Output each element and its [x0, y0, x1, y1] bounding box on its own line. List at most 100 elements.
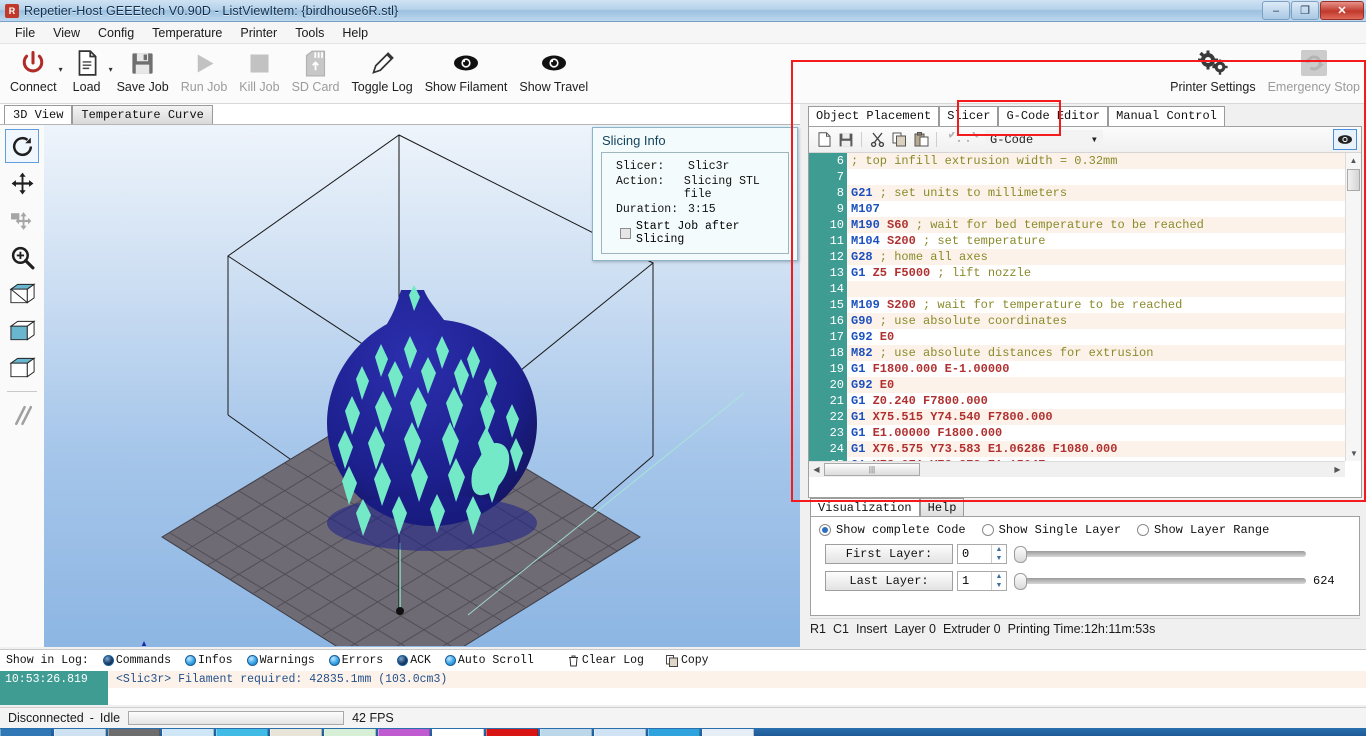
menu-view[interactable]: View: [44, 24, 89, 42]
menu-help[interactable]: Help: [333, 24, 377, 42]
log-option-ack[interactable]: ACK: [397, 654, 431, 667]
taskbar-item[interactable]: [378, 728, 430, 736]
move-object-tool[interactable]: [5, 203, 39, 237]
menu-file[interactable]: File: [6, 24, 44, 42]
preview-eye-button[interactable]: [1333, 129, 1357, 150]
view-mode-transparent-tool[interactable]: [5, 351, 39, 385]
cut-icon[interactable]: [866, 130, 888, 150]
new-file-icon[interactable]: [813, 130, 835, 150]
view-mode-wireframe-tool[interactable]: [5, 277, 39, 311]
taskbar-item[interactable]: [648, 728, 700, 736]
view-mode-solid-tool[interactable]: [5, 314, 39, 348]
tab-slicer[interactable]: Slicer: [939, 106, 999, 126]
log-option-warnings[interactable]: Warnings: [246, 654, 315, 667]
toolbar-sd-card[interactable]: SD Card: [286, 44, 346, 94]
gcode-line[interactable]: 13 G1 Z5 F5000 ; lift nozzle: [809, 265, 1345, 281]
spinner-arrows[interactable]: ▲ ▼: [991, 545, 1006, 563]
copy-icon[interactable]: [888, 130, 910, 150]
scroll-down-arrow[interactable]: ▼: [1346, 446, 1361, 461]
log-option-infos[interactable]: Infos: [185, 654, 233, 667]
restore-button[interactable]: ❐: [1291, 1, 1319, 20]
toolbar-load[interactable]: Load: [61, 44, 113, 94]
tab-temperature-curve[interactable]: Temperature Curve: [72, 105, 213, 124]
gcode-line[interactable]: 19 G1 F1800.000 E-1.00000: [809, 361, 1345, 377]
toolbar-show-filament[interactable]: Show Filament: [419, 44, 514, 94]
radio-show-complete-code[interactable]: Show complete Code: [819, 523, 966, 537]
taskbar-item[interactable]: [432, 728, 484, 736]
gcode-line[interactable]: 7: [809, 169, 1345, 185]
gcode-vertical-scrollbar[interactable]: ▲ ▼: [1345, 153, 1361, 461]
copy-log-button[interactable]: Copy: [665, 654, 709, 667]
gcode-line[interactable]: 8 G21 ; set units to millimeters: [809, 185, 1345, 201]
taskbar-item[interactable]: [324, 728, 376, 736]
clear-log-button[interactable]: Clear Log: [568, 654, 644, 667]
first-layer-slider[interactable]: [1014, 545, 1306, 563]
minimize-button[interactable]: –: [1262, 1, 1290, 20]
gcode-line[interactable]: 18 M82 ; use absolute distances for extru…: [809, 345, 1345, 361]
gcode-text-area[interactable]: 6 ; top infill extrusion width = 0.32mm 7 8…: [809, 153, 1361, 477]
gcode-line[interactable]: 17 G92 E0: [809, 329, 1345, 345]
gcode-line[interactable]: 15 M109 S200 ; wait for temperature to be…: [809, 297, 1345, 313]
last-layer-spinner[interactable]: 1 ▲ ▼: [957, 571, 1007, 591]
taskbar-item[interactable]: [270, 728, 322, 736]
log-output[interactable]: 10:53:26.819 <Slic3r> Filament required:…: [0, 671, 1366, 705]
gcode-line[interactable]: 20 G92 E0: [809, 377, 1345, 393]
scroll-right-arrow[interactable]: ▶: [1330, 465, 1345, 474]
taskbar-item[interactable]: [108, 728, 160, 736]
taskbar-item[interactable]: [540, 728, 592, 736]
toolbar-show-travel[interactable]: Show Travel: [513, 44, 594, 94]
paste-icon[interactable]: [910, 130, 932, 150]
zoom-view-tool[interactable]: [5, 240, 39, 274]
gcode-type-combo[interactable]: G-Code ▾: [985, 130, 1103, 149]
taskbar-item[interactable]: [216, 728, 268, 736]
vertical-scroll-thumb[interactable]: [1347, 169, 1360, 191]
slider-knob[interactable]: [1014, 545, 1027, 563]
spin-up[interactable]: ▲: [992, 545, 1006, 554]
parallel-lines-tool[interactable]: [5, 398, 39, 432]
tab-manual-control[interactable]: Manual Control: [1108, 106, 1225, 126]
gcode-horizontal-scrollbar[interactable]: ◀ ||| ▶: [809, 461, 1345, 477]
log-option-commands[interactable]: Commands: [102, 654, 171, 667]
gcode-line[interactable]: 21 G1 Z0.240 F7800.000: [809, 393, 1345, 409]
gcode-line[interactable]: 6 ; top infill extrusion width = 0.32mm: [809, 153, 1345, 169]
slider-knob[interactable]: [1014, 572, 1027, 590]
spin-down[interactable]: ▼: [992, 581, 1006, 590]
gcode-line[interactable]: 9 M107: [809, 201, 1345, 217]
toolbar-connect[interactable]: Connect: [4, 44, 63, 94]
spin-up[interactable]: ▲: [992, 572, 1006, 581]
taskbar-item[interactable]: [702, 728, 754, 736]
scroll-up-arrow[interactable]: ▲: [1346, 153, 1361, 168]
tab-visualization[interactable]: Visualization: [810, 498, 920, 518]
taskbar-item[interactable]: [54, 728, 106, 736]
gcode-line[interactable]: 10 M190 S60 ; wait for bed temperature to…: [809, 217, 1345, 233]
rotate-view-tool[interactable]: [5, 129, 39, 163]
toolbar-toggle-log[interactable]: Toggle Log: [346, 44, 419, 94]
menu-printer[interactable]: Printer: [231, 24, 286, 42]
taskbar-item[interactable]: [594, 728, 646, 736]
gcode-line[interactable]: 24 G1 X76.575 Y73.583 E1.06286 F1080.000: [809, 441, 1345, 457]
toolbar-kill-job[interactable]: Kill Job: [233, 44, 285, 94]
scroll-left-arrow[interactable]: ◀: [809, 465, 824, 474]
save-icon[interactable]: [835, 130, 857, 150]
first-layer-spinner[interactable]: 0 ▲ ▼: [957, 544, 1007, 564]
gcode-line[interactable]: 23 G1 E1.00000 F1800.000: [809, 425, 1345, 441]
start-job-after-slicing-checkbox[interactable]: Start Job after Slicing: [602, 217, 788, 246]
spinner-arrows[interactable]: ▲ ▼: [991, 572, 1006, 590]
gcode-line[interactable]: 14: [809, 281, 1345, 297]
radio-show-layer-range[interactable]: Show Layer Range: [1137, 523, 1269, 537]
gcode-line[interactable]: 16 G90 ; use absolute coordinates: [809, 313, 1345, 329]
last-layer-slider[interactable]: [1014, 572, 1306, 590]
menu-temperature[interactable]: Temperature: [143, 24, 231, 42]
gcode-line[interactable]: 11 M104 S200 ; set temperature: [809, 233, 1345, 249]
spin-down[interactable]: ▼: [992, 554, 1006, 563]
taskbar-item[interactable]: [486, 728, 538, 736]
close-button[interactable]: ✕: [1320, 1, 1364, 20]
log-option-errors[interactable]: Errors: [328, 654, 383, 667]
tab-help[interactable]: Help: [919, 498, 965, 518]
taskbar-item[interactable]: [0, 728, 52, 736]
move-view-tool[interactable]: [5, 166, 39, 200]
menu-config[interactable]: Config: [89, 24, 143, 42]
gcode-line[interactable]: 22 G1 X75.515 Y74.540 F7800.000: [809, 409, 1345, 425]
last-layer-button[interactable]: Last Layer:: [825, 571, 953, 591]
tab-object-placement[interactable]: Object Placement: [808, 106, 940, 126]
